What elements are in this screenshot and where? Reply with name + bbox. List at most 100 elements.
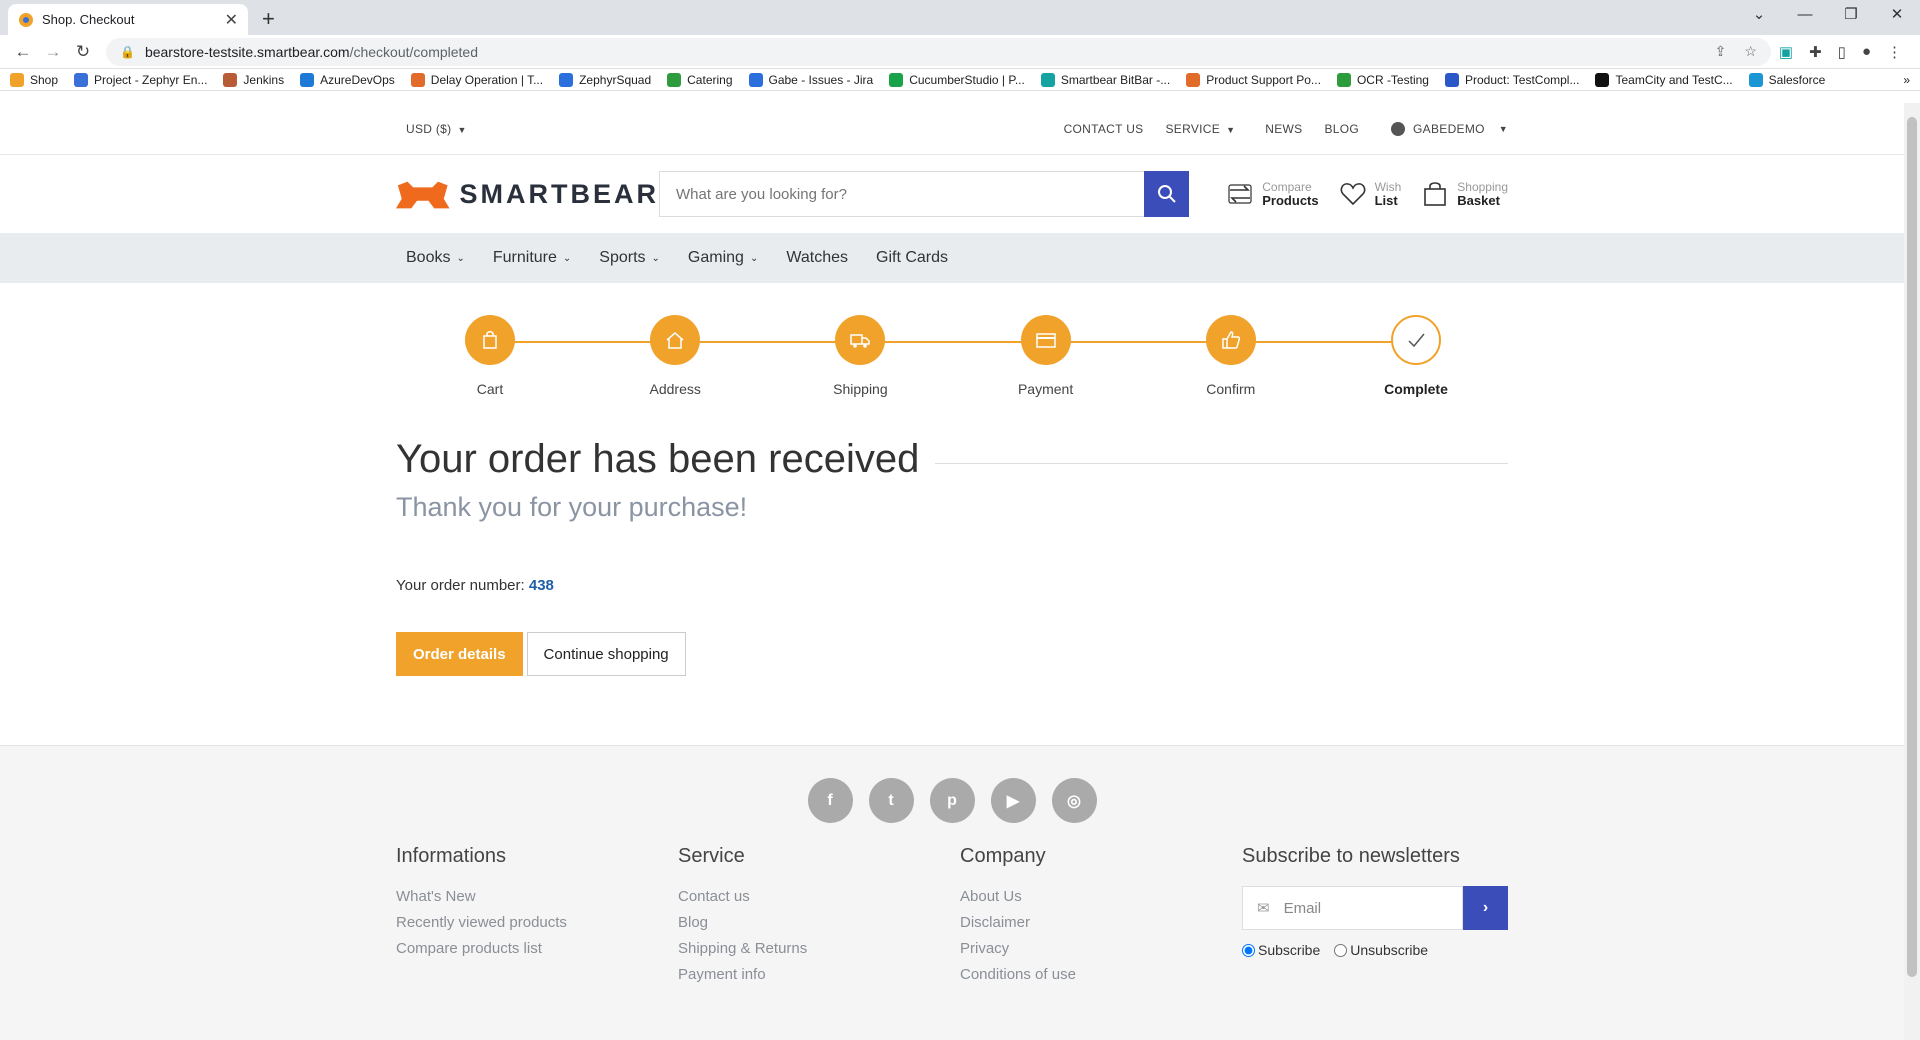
- close-tab-icon[interactable]: ✕: [225, 10, 238, 30]
- instagram-icon[interactable]: ◎: [1051, 778, 1097, 823]
- bookmark-item[interactable]: Jenkins: [223, 72, 284, 87]
- restore-icon[interactable]: ❐: [1828, 0, 1874, 30]
- footer-link[interactable]: Conditions of use: [960, 966, 1242, 983]
- puzzle-icon[interactable]: ✚: [1809, 43, 1822, 61]
- youtube-icon[interactable]: ▶: [990, 778, 1036, 823]
- main-menu: Books ⌄ Furniture ⌄ Sports ⌄ Gaming ⌄ Watches Gif…: [0, 233, 1904, 283]
- facebook-icon[interactable]: f: [807, 778, 853, 823]
- window-controls: ⌄ — ❐ ✕: [1736, 0, 1920, 30]
- bookmark-label: Salesforce: [1768, 72, 1826, 87]
- smartbear-logo[interactable]: SMARTBEAR: [396, 179, 659, 210]
- contact-us-link[interactable]: CONTACT US: [1064, 122, 1144, 136]
- service-dropdown[interactable]: SERVICE ▼: [1165, 122, 1235, 136]
- tab-search-icon[interactable]: ⌄: [1736, 0, 1782, 30]
- continue-shopping-button[interactable]: Continue shopping: [526, 632, 686, 676]
- menu-kebab-icon[interactable]: ⋮: [1887, 43, 1902, 61]
- step-label: Address: [649, 381, 701, 397]
- forward-icon[interactable]: →: [38, 42, 68, 62]
- bookmarks-bar: Shop Project - Zephyr En... Jenkins AzureDe…: [0, 69, 1920, 91]
- bookmark-label: Gabe - Issues - Jira: [768, 72, 874, 87]
- minimize-icon[interactable]: —: [1782, 0, 1828, 30]
- footer-link[interactable]: Contact us: [678, 888, 960, 905]
- twitter-icon[interactable]: t: [868, 778, 914, 823]
- checkout-progress: Cart Address Shipping Payment Confirm Complet…: [396, 283, 1508, 413]
- page-scrollbar[interactable]: [1904, 103, 1920, 1040]
- unsubscribe-radio[interactable]: Unsubscribe: [1334, 942, 1428, 958]
- subscribe-radio-input[interactable]: [1242, 943, 1255, 957]
- menu-item-sports[interactable]: Sports ⌄: [599, 249, 660, 267]
- footer-link[interactable]: Compare products list: [396, 940, 678, 957]
- bookmark-item[interactable]: TeamCity and TestC...: [1595, 72, 1733, 87]
- menu-item-furniture[interactable]: Furniture ⌄: [493, 249, 571, 267]
- bookmark-item[interactable]: ZephyrSquad: [559, 72, 651, 87]
- email-field[interactable]: ✉ Email: [1242, 886, 1463, 930]
- bookmark-item[interactable]: Project - Zephyr En...: [74, 72, 207, 87]
- subscribe-submit-button[interactable]: ›: [1463, 886, 1508, 930]
- footer-link[interactable]: Privacy: [960, 940, 1242, 957]
- bookmark-item[interactable]: Product Support Po...: [1186, 72, 1321, 87]
- footer-link[interactable]: Shipping & Returns: [678, 940, 960, 957]
- title-row: Your order has been received: [396, 437, 1508, 482]
- step-cart[interactable]: Cart: [440, 315, 540, 397]
- share-icon[interactable]: ⇪: [1715, 43, 1727, 60]
- reload-icon[interactable]: ↻: [68, 42, 98, 62]
- step-address[interactable]: Address: [625, 315, 725, 397]
- order-number-link[interactable]: 438: [529, 577, 554, 594]
- cart-icon: [465, 315, 515, 365]
- currency-selector[interactable]: USD ($) ▼: [406, 122, 467, 136]
- wishlist-link[interactable]: Wish List: [1339, 180, 1402, 208]
- side-panel-icon[interactable]: ▯: [1838, 43, 1846, 61]
- step-label: Payment: [1017, 381, 1074, 397]
- step-shipping[interactable]: Shipping: [810, 315, 910, 397]
- footer-link[interactable]: Payment info: [678, 966, 960, 983]
- bookmark-item[interactable]: Delay Operation | T...: [410, 72, 543, 87]
- news-link[interactable]: NEWS: [1265, 122, 1302, 136]
- bookmark-item[interactable]: Shop: [10, 72, 58, 87]
- footer-link[interactable]: What's New: [396, 888, 678, 905]
- browser-tabbar: Shop. Checkout ✕ + ⌄ — ❐ ✕: [0, 0, 1920, 35]
- footer-link[interactable]: Recently viewed products: [396, 914, 678, 931]
- scrollbar-thumb[interactable]: [1907, 117, 1917, 977]
- search-input[interactable]: [659, 171, 1144, 217]
- bookmark-item[interactable]: AzureDevOps: [300, 72, 395, 87]
- back-icon[interactable]: ←: [8, 42, 38, 62]
- unsubscribe-radio-input[interactable]: [1334, 943, 1348, 957]
- bookmark-item[interactable]: Smartbear BitBar -...: [1040, 72, 1170, 87]
- bookmark-item[interactable]: Gabe - Issues - Jira: [748, 72, 874, 87]
- browser-tab[interactable]: Shop. Checkout ✕: [8, 4, 248, 35]
- bookmark-item[interactable]: Product: TestCompl...: [1444, 72, 1579, 87]
- bookmarks-more-icon[interactable]: »: [1903, 73, 1910, 87]
- step-confirm[interactable]: Confirm: [1181, 315, 1281, 397]
- menu-item-watches[interactable]: Watches: [786, 249, 848, 267]
- user-menu[interactable]: GABEDEMO ▼: [1391, 122, 1508, 136]
- url-bar[interactable]: 🔒 bearstore-testsite.smartbear.com/check…: [106, 37, 1771, 66]
- footer-link[interactable]: Blog: [678, 914, 960, 931]
- subscribe-radio[interactable]: Subscribe: [1242, 942, 1320, 958]
- search-button[interactable]: [1144, 171, 1189, 217]
- bookmark-star-icon[interactable]: ☆: [1744, 43, 1757, 60]
- menu-item-books[interactable]: Books ⌄: [406, 249, 465, 267]
- wish-sub: Wish: [1374, 180, 1402, 194]
- pinterest-icon[interactable]: p: [929, 778, 975, 823]
- menu-item-gift-cards[interactable]: Gift Cards: [876, 249, 948, 267]
- blog-link[interactable]: BLOG: [1324, 122, 1359, 136]
- bookmark-item[interactable]: Salesforce: [1748, 72, 1826, 87]
- bookmark-item[interactable]: OCR -Testing: [1336, 72, 1429, 87]
- close-window-icon[interactable]: ✕: [1874, 0, 1920, 30]
- footer-link[interactable]: About Us: [960, 888, 1242, 905]
- menu-item-gaming[interactable]: Gaming ⌄: [688, 249, 758, 267]
- bookmark-item[interactable]: Catering: [667, 72, 733, 87]
- bookmark-item[interactable]: CucumberStudio | P...: [889, 72, 1025, 87]
- subscribe-label: Subscribe: [1258, 942, 1321, 958]
- shopping-basket-link[interactable]: Shopping Basket: [1421, 180, 1508, 208]
- order-details-button[interactable]: Order details: [396, 632, 523, 676]
- new-tab-button[interactable]: +: [262, 6, 275, 32]
- footer-link[interactable]: Disclaimer: [960, 914, 1242, 931]
- profile-icon[interactable]: ●: [1862, 43, 1871, 61]
- extension-icon[interactable]: ▣: [1779, 43, 1793, 61]
- chevron-down-icon: ⌄: [456, 252, 465, 264]
- bookmark-favicon-icon: [1040, 72, 1055, 87]
- step-payment[interactable]: Payment: [996, 315, 1096, 397]
- compare-products-link[interactable]: Compare Products: [1226, 180, 1319, 208]
- order-actions: Order details Continue shopping: [396, 632, 1508, 676]
